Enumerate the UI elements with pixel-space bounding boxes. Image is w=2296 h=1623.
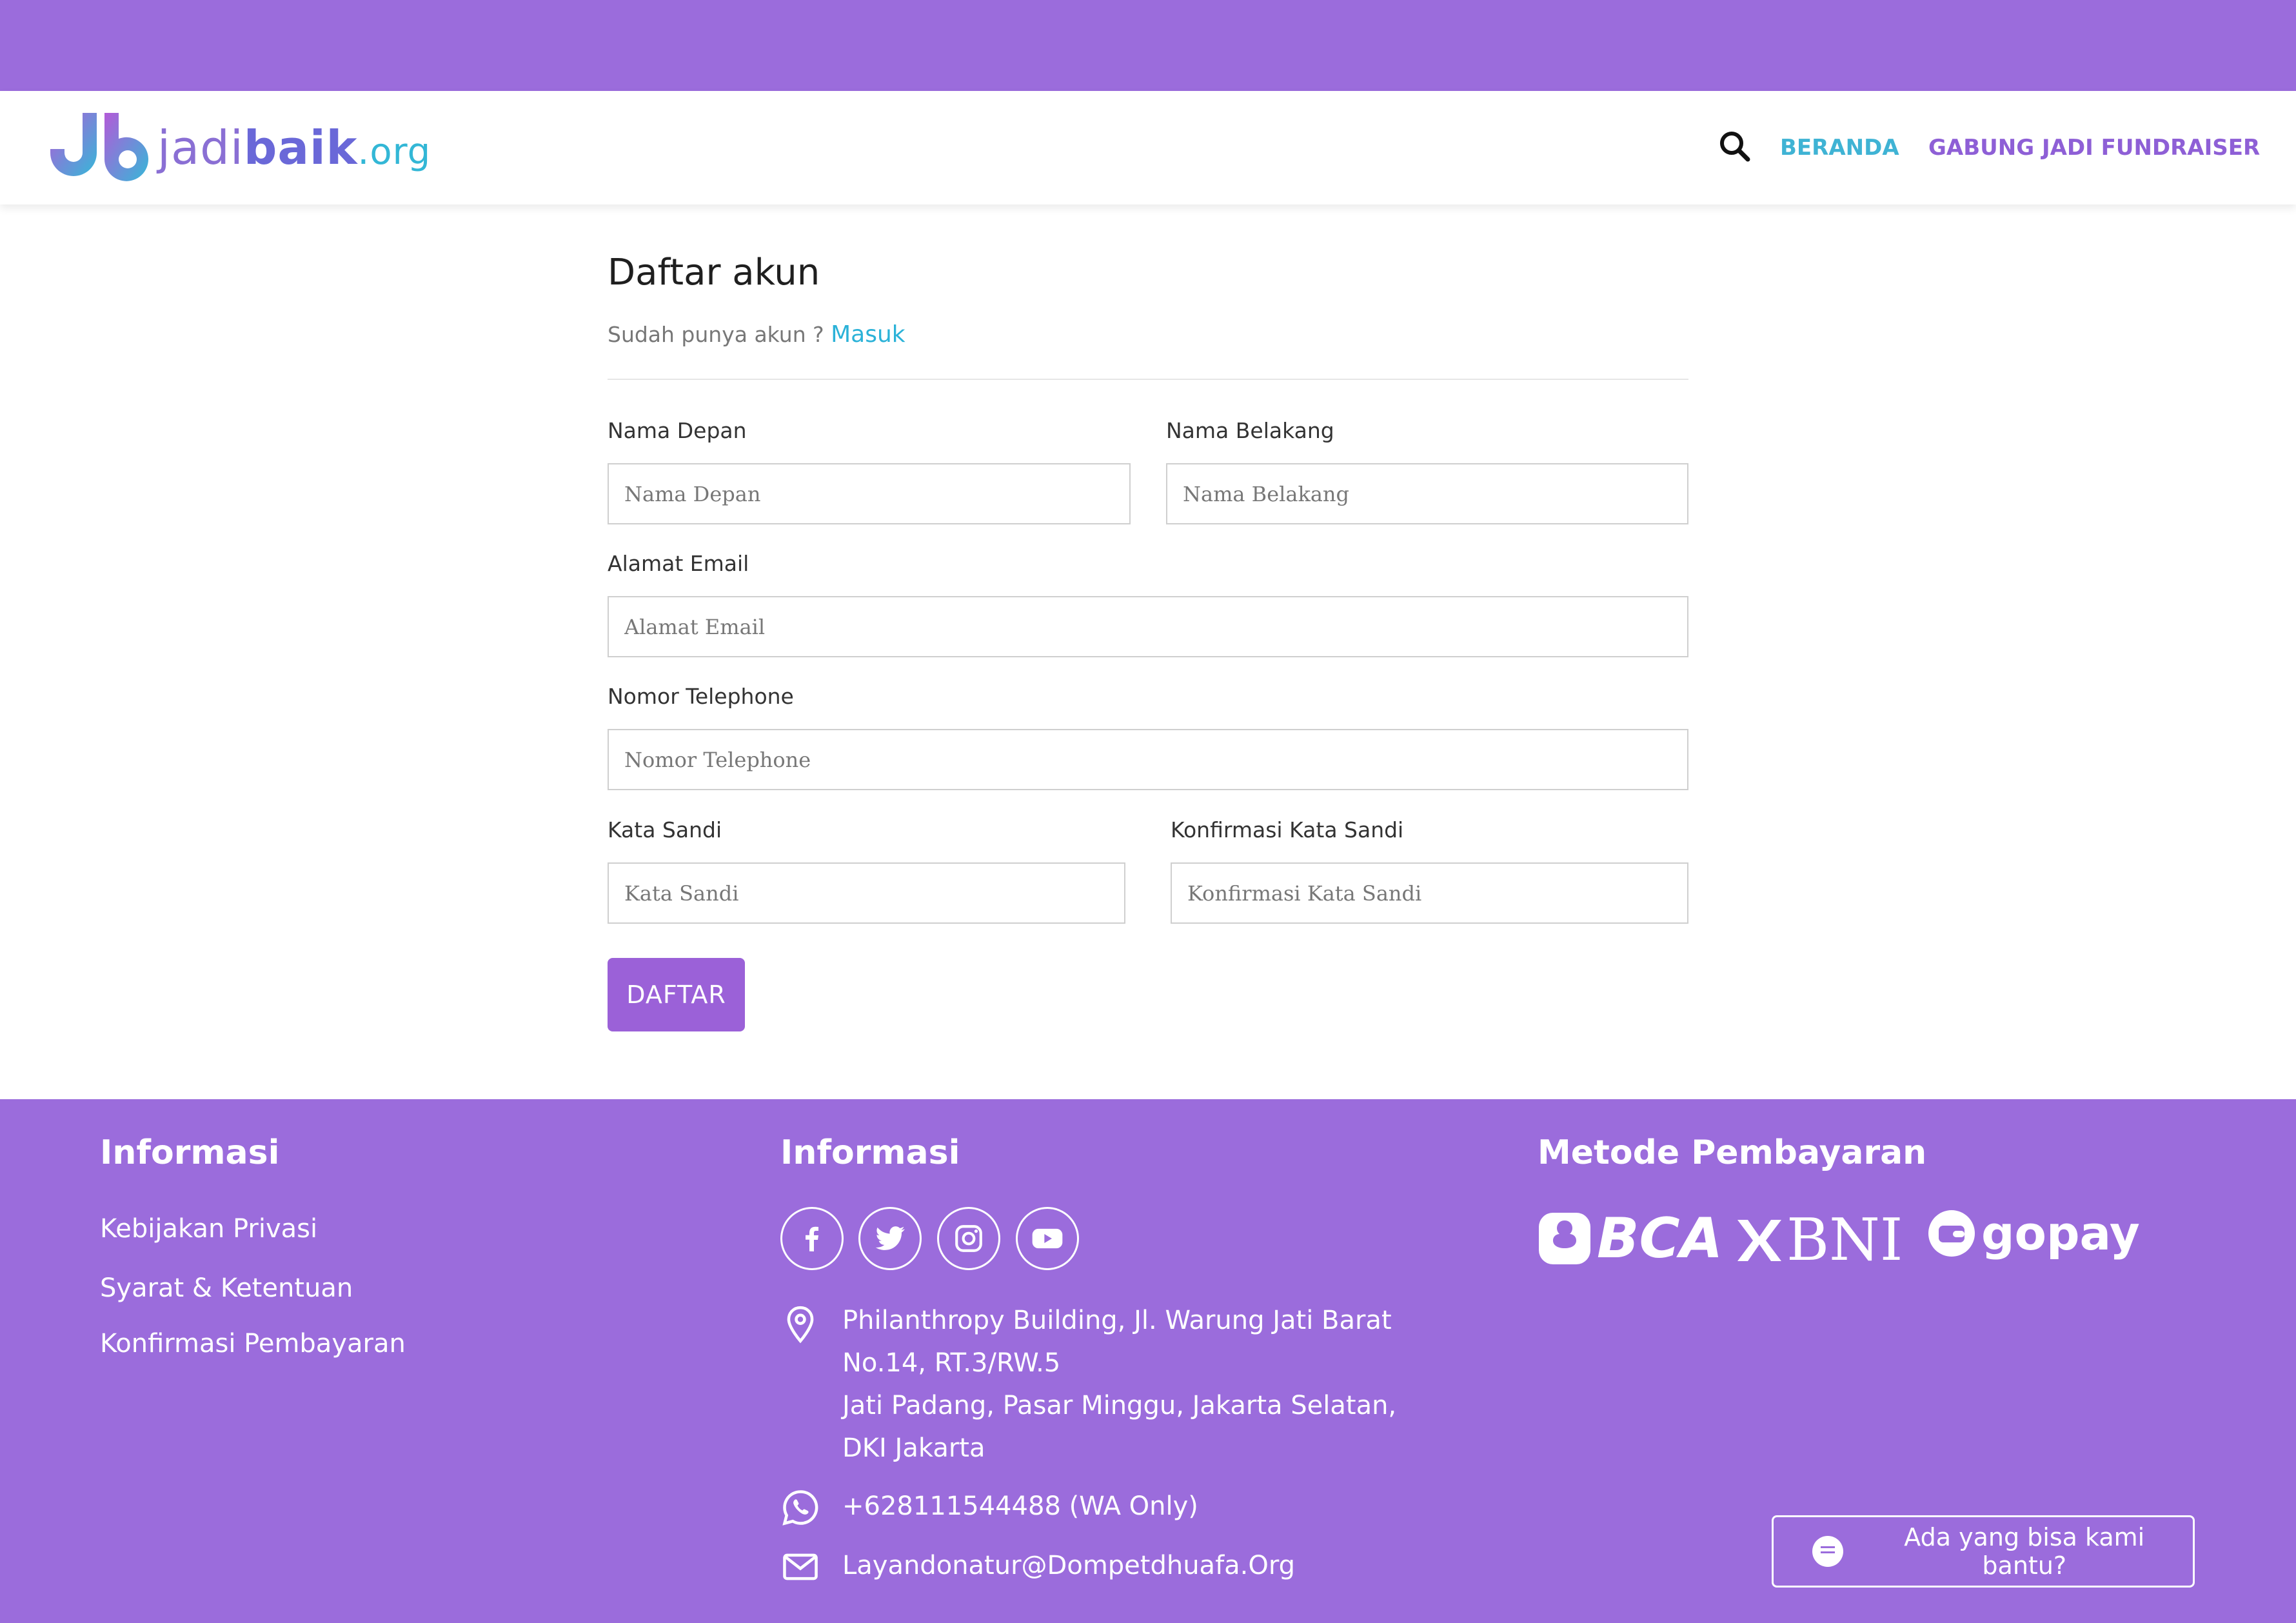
email-input[interactable] [608, 596, 1688, 657]
footer-link-terms[interactable]: Syarat & Ketentuan [100, 1273, 353, 1303]
nav-link-beranda[interactable]: BERANDA [1780, 135, 1899, 161]
first-name-input[interactable] [608, 463, 1131, 524]
mail-icon [783, 1553, 818, 1580]
login-prompt: Sudah punya akun ? Masuk [608, 321, 906, 348]
bni-label: BNI [1786, 1206, 1903, 1274]
payment-bca: BCA [1538, 1206, 1723, 1271]
logo-text-org: .org [357, 131, 431, 173]
password-confirm-input[interactable] [1171, 862, 1688, 924]
jb-logo-icon [50, 113, 148, 181]
bca-logo-icon [1539, 1213, 1590, 1264]
chat-icon [1812, 1536, 1843, 1567]
contact-phone[interactable]: +628111544488 (WA Only) [842, 1485, 1198, 1528]
help-chat-label: Ada yang bisa kami bantu? [1904, 1523, 2145, 1580]
contact-email[interactable]: Layandonatur@Dompetdhuafa.Org [842, 1544, 1295, 1587]
password-input[interactable] [608, 862, 1125, 924]
logo-wordmark: jadibaik.org [157, 121, 431, 175]
payment-bni: BNI [1735, 1206, 1903, 1274]
address-line-2: No.14, RT.3/RW.5 [842, 1348, 1061, 1378]
password-label: Kata Sandi [608, 817, 722, 842]
search-icon[interactable] [1716, 127, 1754, 166]
gopay-logo-icon [1928, 1210, 1975, 1257]
login-link[interactable]: Masuk [831, 321, 906, 348]
help-chat-button[interactable]: Ada yang bisa kami bantu? [1772, 1515, 2195, 1588]
footer: Informasi Kebijakan Privasi Syarat & Ket… [0, 1099, 2296, 1623]
location-pin-icon [787, 1306, 814, 1344]
twitter-icon[interactable] [858, 1207, 922, 1270]
login-prompt-text: Sudah punya akun ? [608, 322, 824, 347]
navbar: jadibaik.org BERANDA GABUNG JADI FUNDRAI… [0, 91, 2296, 204]
facebook-icon[interactable] [780, 1207, 844, 1270]
last-name-input[interactable] [1166, 463, 1688, 524]
footer-link-privacy[interactable]: Kebijakan Privasi [100, 1214, 317, 1244]
payment-methods-heading: Metode Pembayaran [1538, 1133, 1927, 1172]
password-confirm-label: Konfirmasi Kata Sandi [1171, 817, 1404, 842]
nav-link-gabung-fundraiser[interactable]: GABUNG JADI FUNDRAISER [1928, 135, 2260, 161]
site-logo[interactable]: jadibaik.org [45, 109, 431, 186]
gopay-label: gopay [1981, 1206, 2140, 1260]
address-line-4: DKI Jakarta [842, 1433, 985, 1463]
youtube-icon[interactable] [1016, 1207, 1079, 1270]
footer-link-payment-confirm[interactable]: Konfirmasi Pembayaran [100, 1329, 406, 1359]
top-banner-strip [0, 0, 2296, 91]
footer-info-heading-1: Informasi [100, 1133, 280, 1172]
footer-info-heading-2: Informasi [780, 1133, 960, 1172]
first-name-label: Nama Depan [608, 418, 747, 443]
address-line-1: Philanthropy Building, Jl. Warung Jati B… [842, 1306, 1392, 1335]
whatsapp-icon [782, 1490, 818, 1526]
divider [608, 379, 1688, 380]
page-title: Daftar akun [608, 252, 820, 294]
logo-text-baik: baik [243, 121, 358, 175]
address-line-3: Jati Padang, Pasar Minggu, Jakarta Selat… [842, 1391, 1397, 1420]
bca-label: BCA [1597, 1206, 1723, 1271]
instagram-icon[interactable] [937, 1207, 1000, 1270]
email-label: Alamat Email [608, 551, 749, 576]
register-button[interactable]: DAFTAR [608, 958, 745, 1031]
last-name-label: Nama Belakang [1166, 418, 1334, 443]
logo-text-jadi: jadi [157, 121, 244, 175]
phone-label: Nomor Telephone [608, 684, 794, 709]
phone-input[interactable] [608, 729, 1688, 790]
bni-logo-icon [1737, 1219, 1781, 1261]
payment-gopay: gopay [1927, 1206, 2140, 1260]
